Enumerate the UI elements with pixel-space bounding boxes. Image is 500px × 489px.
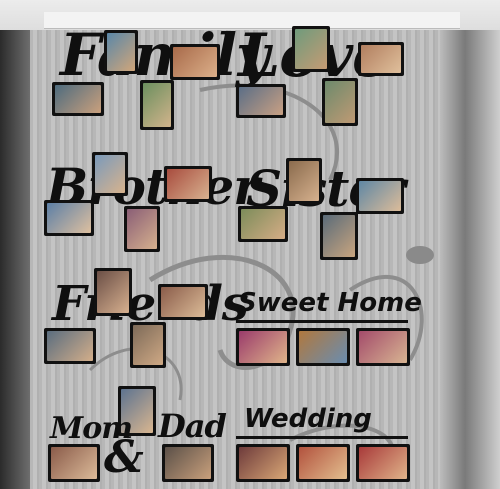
brother-photo-2 xyxy=(164,166,212,202)
love-photo-4 xyxy=(322,78,358,126)
friends-photo-4 xyxy=(130,322,166,368)
ampersand: & xyxy=(104,432,144,483)
brother-photo-1 xyxy=(92,152,128,196)
friends-photo-3 xyxy=(44,328,96,364)
mom-photo xyxy=(48,444,100,482)
sweet-home-word: Sweet Home xyxy=(238,288,422,318)
sister-photo-3 xyxy=(238,206,288,242)
sweet-home-photo-1 xyxy=(236,328,290,366)
love-photo-3 xyxy=(236,84,286,118)
sweet-home-bar xyxy=(236,320,408,323)
friends-word: Friends xyxy=(52,276,249,332)
love-photo-1 xyxy=(292,26,330,72)
wedding-photo-1 xyxy=(236,444,290,482)
brother-photo-3 xyxy=(44,200,94,236)
wedding-bar xyxy=(236,436,408,439)
family-photo-1 xyxy=(104,30,138,74)
wedding-word: Wedding xyxy=(244,404,372,434)
wedding-photo-3 xyxy=(356,444,410,482)
family-photo-4 xyxy=(140,80,174,130)
sweet-home-photo-2 xyxy=(296,328,350,366)
brother-photo-4 xyxy=(124,206,160,252)
sister-photo-4 xyxy=(320,212,358,260)
dad-word: Dad xyxy=(158,407,227,445)
love-photo-2 xyxy=(358,42,404,76)
dad-photo xyxy=(162,444,214,482)
sweet-home-photo-3 xyxy=(356,328,410,366)
sister-photo-1 xyxy=(286,158,322,204)
sister-photo-2 xyxy=(356,178,404,214)
family-photo-2 xyxy=(170,44,220,80)
friends-photo-1 xyxy=(94,268,132,316)
friends-photo-2 xyxy=(158,284,208,320)
wedding-photo-2 xyxy=(296,444,350,482)
family-photo-3 xyxy=(52,82,104,116)
